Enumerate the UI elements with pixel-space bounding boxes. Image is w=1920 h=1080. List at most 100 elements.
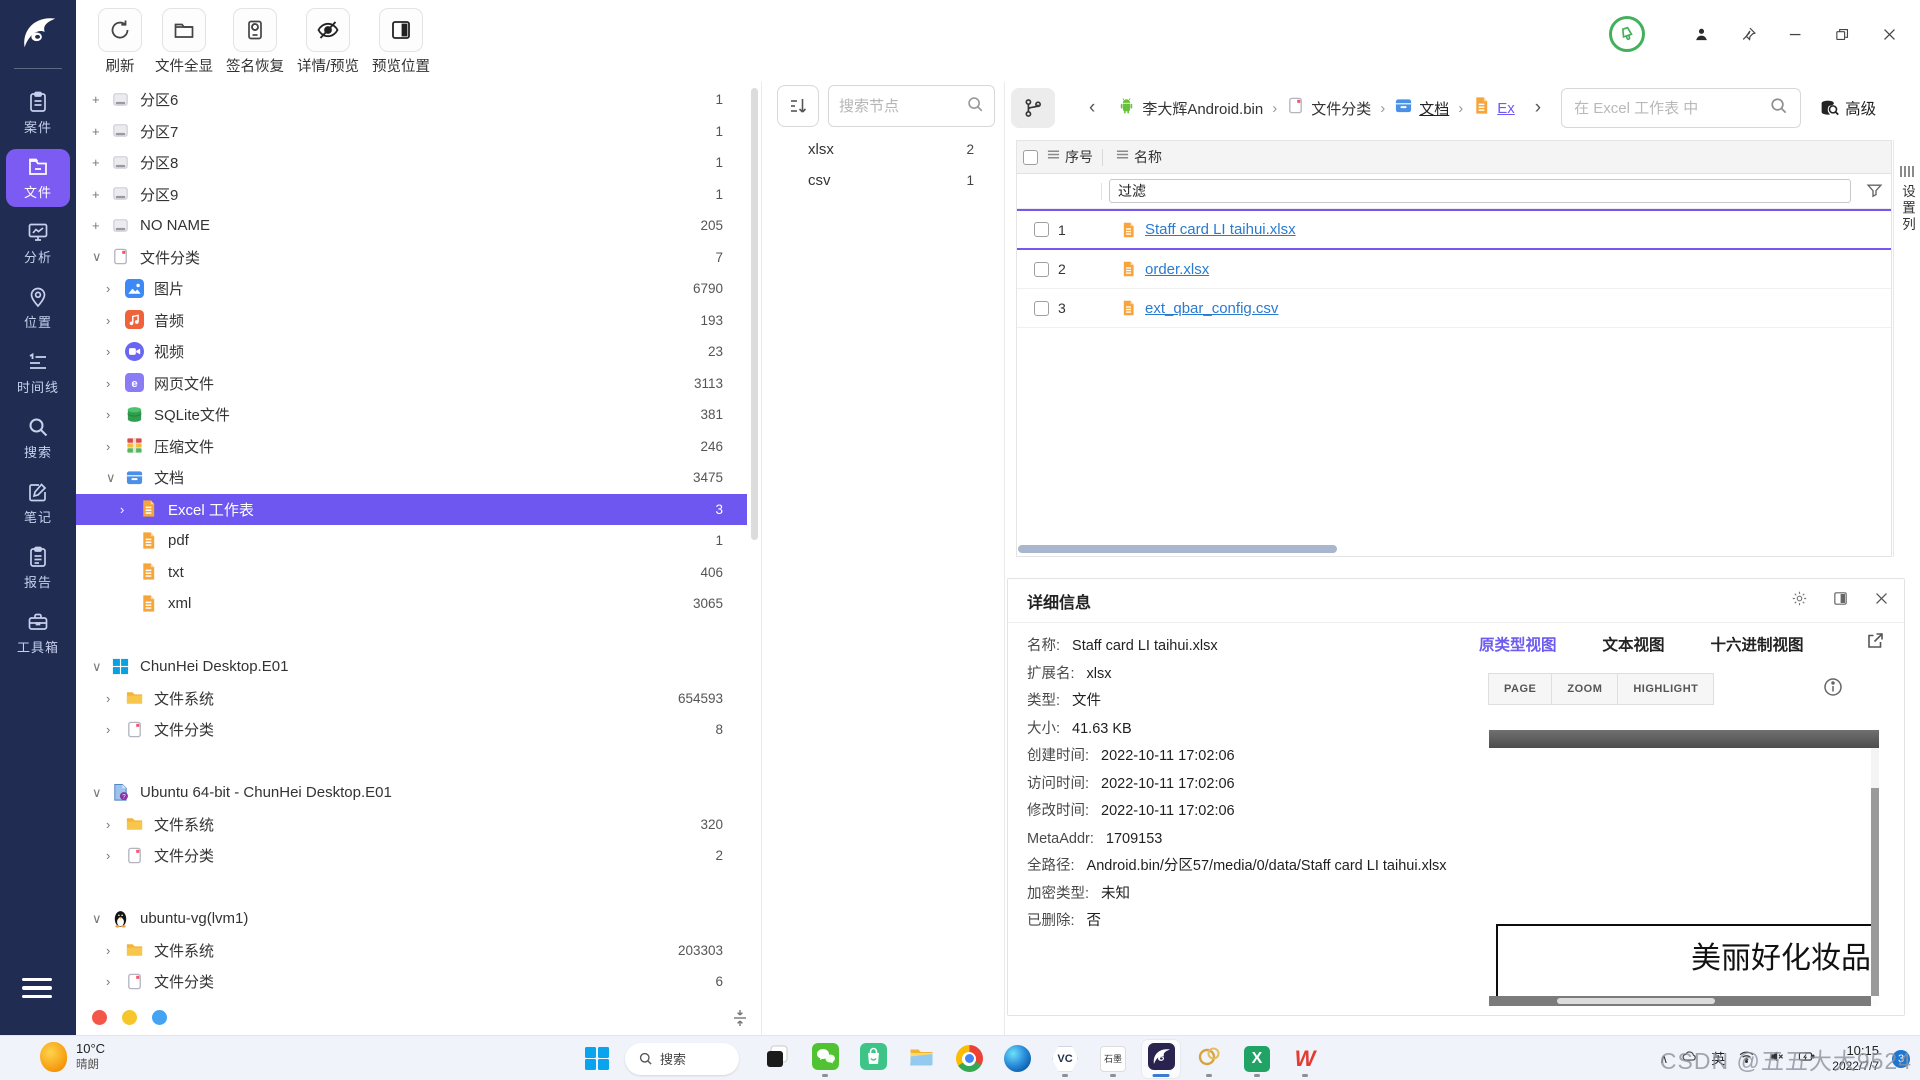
close-button[interactable] — [1881, 26, 1898, 43]
breadcrumb-item-file-category[interactable]: 文件分类 — [1286, 96, 1371, 120]
notification-badge[interactable]: 3 — [1892, 1050, 1910, 1068]
expander-open-icon[interactable]: ∨ — [92, 911, 111, 927]
info-icon[interactable] — [1823, 677, 1843, 702]
column-menu-icon[interactable] — [1116, 148, 1129, 166]
file-search-input[interactable] — [1574, 100, 1750, 117]
tree-item-ubuntu-vm[interactable]: ∨?Ubuntu 64-bit - ChunHei Desktop.E01 — [76, 777, 747, 809]
taskbar-app-task-view[interactable] — [758, 1040, 796, 1078]
taskbar-app-wangwang[interactable] — [1190, 1040, 1228, 1078]
taskbar-app-forensic[interactable] — [1142, 1040, 1180, 1078]
table-row[interactable]: 2order.xlsx — [1017, 250, 1891, 289]
taskbar-app-edge[interactable] — [998, 1040, 1036, 1078]
tree-item-pdf[interactable]: pdf1 — [76, 525, 747, 557]
sidebar-item-report[interactable]: 报告 — [6, 539, 70, 597]
sidebar-item-location[interactable]: 位置 — [6, 279, 70, 337]
column-seq-label[interactable]: 序号 — [1065, 147, 1093, 167]
tree-item-chunhei-e01[interactable]: ∨ChunHei Desktop.E01 — [76, 651, 747, 683]
taskbar-search[interactable]: 搜索 — [625, 1043, 739, 1075]
open-external-icon[interactable] — [1865, 631, 1885, 656]
sidebar-item-files[interactable]: 文件 — [6, 149, 70, 207]
expander-closed-icon[interactable]: › — [106, 439, 125, 454]
doc-hscrollbar[interactable] — [1489, 996, 1871, 1006]
file-link[interactable]: ext_qbar_config.csv — [1145, 300, 1278, 317]
tree-item-chunhei-cat[interactable]: ›文件分类8 — [76, 714, 747, 746]
expander-closed-icon[interactable]: › — [106, 313, 125, 328]
file-link[interactable]: Staff card LI taihui.xlsx — [1145, 221, 1296, 238]
gear-icon[interactable] — [1791, 590, 1808, 612]
restore-button[interactable] — [1834, 26, 1851, 43]
file-link[interactable]: order.xlsx — [1145, 261, 1209, 278]
expander-open-icon[interactable]: ∨ — [92, 249, 111, 265]
table-row[interactable]: 3ext_qbar_config.csv — [1017, 289, 1891, 328]
volume-muted-icon[interactable] — [1768, 1048, 1785, 1070]
row-checkbox[interactable] — [1034, 301, 1049, 316]
column-name-label[interactable]: 名称 — [1134, 147, 1162, 167]
node-search-input[interactable] — [839, 98, 957, 115]
tree-item-ubuntu-cat[interactable]: ›文件分类2 — [76, 840, 747, 872]
tree-item-xml[interactable]: xml3065 — [76, 588, 747, 620]
sidebar-item-analysis[interactable]: 分析 — [6, 214, 70, 272]
taskbar-app-excel[interactable]: X — [1238, 1040, 1276, 1078]
funnel-icon[interactable] — [1866, 182, 1883, 204]
tree-item-images[interactable]: ›图片6790 — [76, 273, 747, 305]
clock[interactable]: 10:15 2022/7/7 — [1832, 1043, 1879, 1074]
tree-item-vg-fs[interactable]: ›文件系统203303 — [76, 935, 747, 967]
expander-plus-icon[interactable]: + — [92, 218, 111, 233]
breadcrumb-item-excel[interactable]: Ex — [1472, 96, 1515, 120]
expander-closed-icon[interactable]: › — [106, 691, 125, 706]
expander-closed-icon[interactable]: › — [106, 722, 125, 737]
column-divider[interactable] — [1102, 149, 1103, 166]
tree-item-no-name[interactable]: +NO NAME205 — [76, 210, 747, 242]
expander-closed-icon[interactable]: › — [106, 407, 125, 422]
filter-input[interactable] — [1109, 179, 1851, 203]
chevron-up-icon[interactable]: ∧ — [1659, 1052, 1668, 1066]
yellow-marker-icon[interactable] — [122, 1010, 137, 1025]
start-button[interactable] — [585, 1047, 609, 1071]
panel-layout-icon[interactable] — [1832, 590, 1849, 612]
taskbar-app-chrome[interactable] — [950, 1040, 988, 1078]
expander-closed-icon[interactable]: › — [106, 817, 125, 832]
tree-item-vg-cat[interactable]: ›文件分类6 — [76, 966, 747, 998]
expander-plus-icon[interactable]: + — [92, 187, 111, 202]
pin-icon[interactable] — [1740, 26, 1757, 43]
tree-item-file-category[interactable]: ∨文件分类7 — [76, 242, 747, 274]
search-icon[interactable] — [966, 95, 984, 118]
row-checkbox[interactable] — [1034, 262, 1049, 277]
weather-widget[interactable]: 10°C 晴朗 — [40, 1041, 105, 1072]
table-hscrollbar[interactable] — [1018, 545, 1337, 553]
tree-item-chunhei-fs[interactable]: ›文件系统654593 — [76, 683, 747, 715]
status-check-icon[interactable] — [1609, 16, 1645, 52]
sidebar-item-notes[interactable]: 笔记 — [6, 474, 70, 532]
onedrive-cloud-icon[interactable] — [1681, 1048, 1698, 1070]
expander-plus-icon[interactable]: + — [92, 92, 111, 107]
node-type-csv[interactable]: csv1 — [762, 165, 1004, 196]
tree-item-partition-6[interactable]: +分区61 — [76, 84, 747, 116]
tree-item-ubuntu-fs[interactable]: ›文件系统320 — [76, 809, 747, 841]
expander-open-icon[interactable]: ∨ — [92, 659, 111, 675]
advanced-search-button[interactable]: 高级 — [1819, 97, 1876, 119]
minimize-button[interactable] — [1787, 26, 1804, 43]
sidebar-item-cases[interactable]: 案件 — [6, 84, 70, 142]
close-icon[interactable] — [1873, 590, 1890, 612]
back-button[interactable]: ‹ — [1089, 97, 1095, 119]
red-marker-icon[interactable] — [92, 1010, 107, 1025]
preview-button-page[interactable]: PAGE — [1488, 673, 1552, 705]
select-all-checkbox[interactable] — [1023, 150, 1038, 165]
wifi-icon[interactable] — [1738, 1048, 1755, 1070]
tree-item-sqlite[interactable]: ›SQLite文件381 — [76, 399, 747, 431]
tree-item-txt[interactable]: txt406 — [76, 557, 747, 589]
taskbar-app-veracrypt[interactable]: VC — [1046, 1040, 1084, 1078]
menu-icon[interactable] — [22, 978, 52, 1004]
search-icon[interactable] — [1769, 96, 1788, 120]
expander-open-icon[interactable]: ∨ — [92, 785, 111, 801]
column-menu-icon[interactable] — [1047, 148, 1060, 166]
toolbar-carve-recover-button[interactable]: 签名恢复 — [226, 8, 284, 76]
tree-item-partition-7[interactable]: +分区71 — [76, 116, 747, 148]
expander-closed-icon[interactable]: › — [106, 974, 125, 989]
row-checkbox[interactable] — [1034, 222, 1049, 237]
branch-view-button[interactable] — [1011, 88, 1055, 128]
taskbar-app-explorer[interactable] — [902, 1040, 940, 1078]
tree-item-partition-8[interactable]: +分区81 — [76, 147, 747, 179]
taskbar-app-store[interactable] — [854, 1040, 892, 1078]
ime-indicator[interactable]: 英 — [1711, 1049, 1725, 1069]
